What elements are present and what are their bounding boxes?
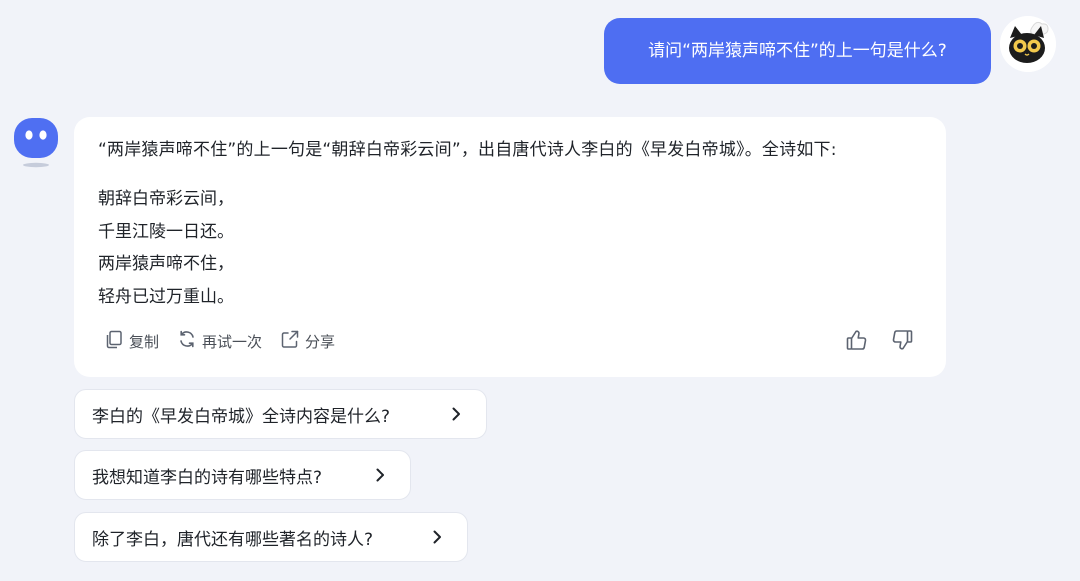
refresh-icon: [177, 329, 202, 353]
share-button[interactable]: 分享: [280, 329, 335, 353]
user-message-bubble: 请问“两岸猿声啼不住”的上一句是什么?: [604, 18, 991, 84]
suggestion-text: 除了李白，唐代还有哪些著名的诗人?: [92, 529, 374, 550]
chevron-right-icon: [448, 406, 464, 422]
dislike-button[interactable]: [889, 329, 915, 355]
chevron-right-icon: [372, 467, 388, 483]
answer-card: “两岸猿声啼不住”的上一句是“朝辞白帝彩云间”，出自唐代诗人李白的《早发白帝城》…: [74, 117, 946, 377]
suggestion-text: 李白的《早发白帝城》全诗内容是什么?: [92, 406, 391, 427]
share-label: 分享: [305, 332, 336, 351]
assistant-avatar: [12, 114, 62, 170]
suggestion-chip[interactable]: 除了李白，唐代还有哪些著名的诗人?: [74, 512, 468, 562]
poem-lines: 朝辞白帝彩云间， 千里江陵一日还。 两岸猿声啼不住， 轻舟已过万重山。: [98, 183, 234, 313]
answer-actions: 复制 再试一次 分享: [104, 329, 353, 353]
retry-button[interactable]: 再试一次: [177, 329, 262, 353]
feedback-actions: [844, 329, 934, 355]
copy-label: 复制: [129, 332, 160, 351]
share-icon: [280, 329, 305, 353]
poem-line: 两岸猿声啼不住，: [98, 254, 234, 274]
suggestion-chip[interactable]: 我想知道李白的诗有哪些特点?: [74, 450, 411, 500]
copy-button[interactable]: 复制: [104, 329, 159, 353]
thumbs-up-icon: [845, 328, 869, 356]
answer-intro-text: “两岸猿声啼不住”的上一句是“朝辞白帝彩云间”，出自唐代诗人李白的《早发白帝城》…: [98, 140, 837, 160]
copy-icon: [104, 329, 129, 353]
thumbs-down-icon: [890, 328, 914, 356]
like-button[interactable]: [844, 329, 870, 355]
suggestion-chip[interactable]: 李白的《早发白帝城》全诗内容是什么?: [74, 389, 487, 439]
poem-line: 朝辞白帝彩云间，: [98, 189, 234, 209]
suggestion-text: 我想知道李白的诗有哪些特点?: [92, 467, 323, 488]
chevron-right-icon: [429, 529, 445, 545]
user-avatar: [1000, 16, 1056, 72]
poem-line: 千里江陵一日还。: [98, 221, 234, 242]
retry-label: 再试一次: [202, 332, 263, 351]
user-message-text: 请问“两岸猿声啼不住”的上一句是什么?: [648, 41, 947, 61]
poem-line: 轻舟已过万重山。: [98, 286, 234, 307]
